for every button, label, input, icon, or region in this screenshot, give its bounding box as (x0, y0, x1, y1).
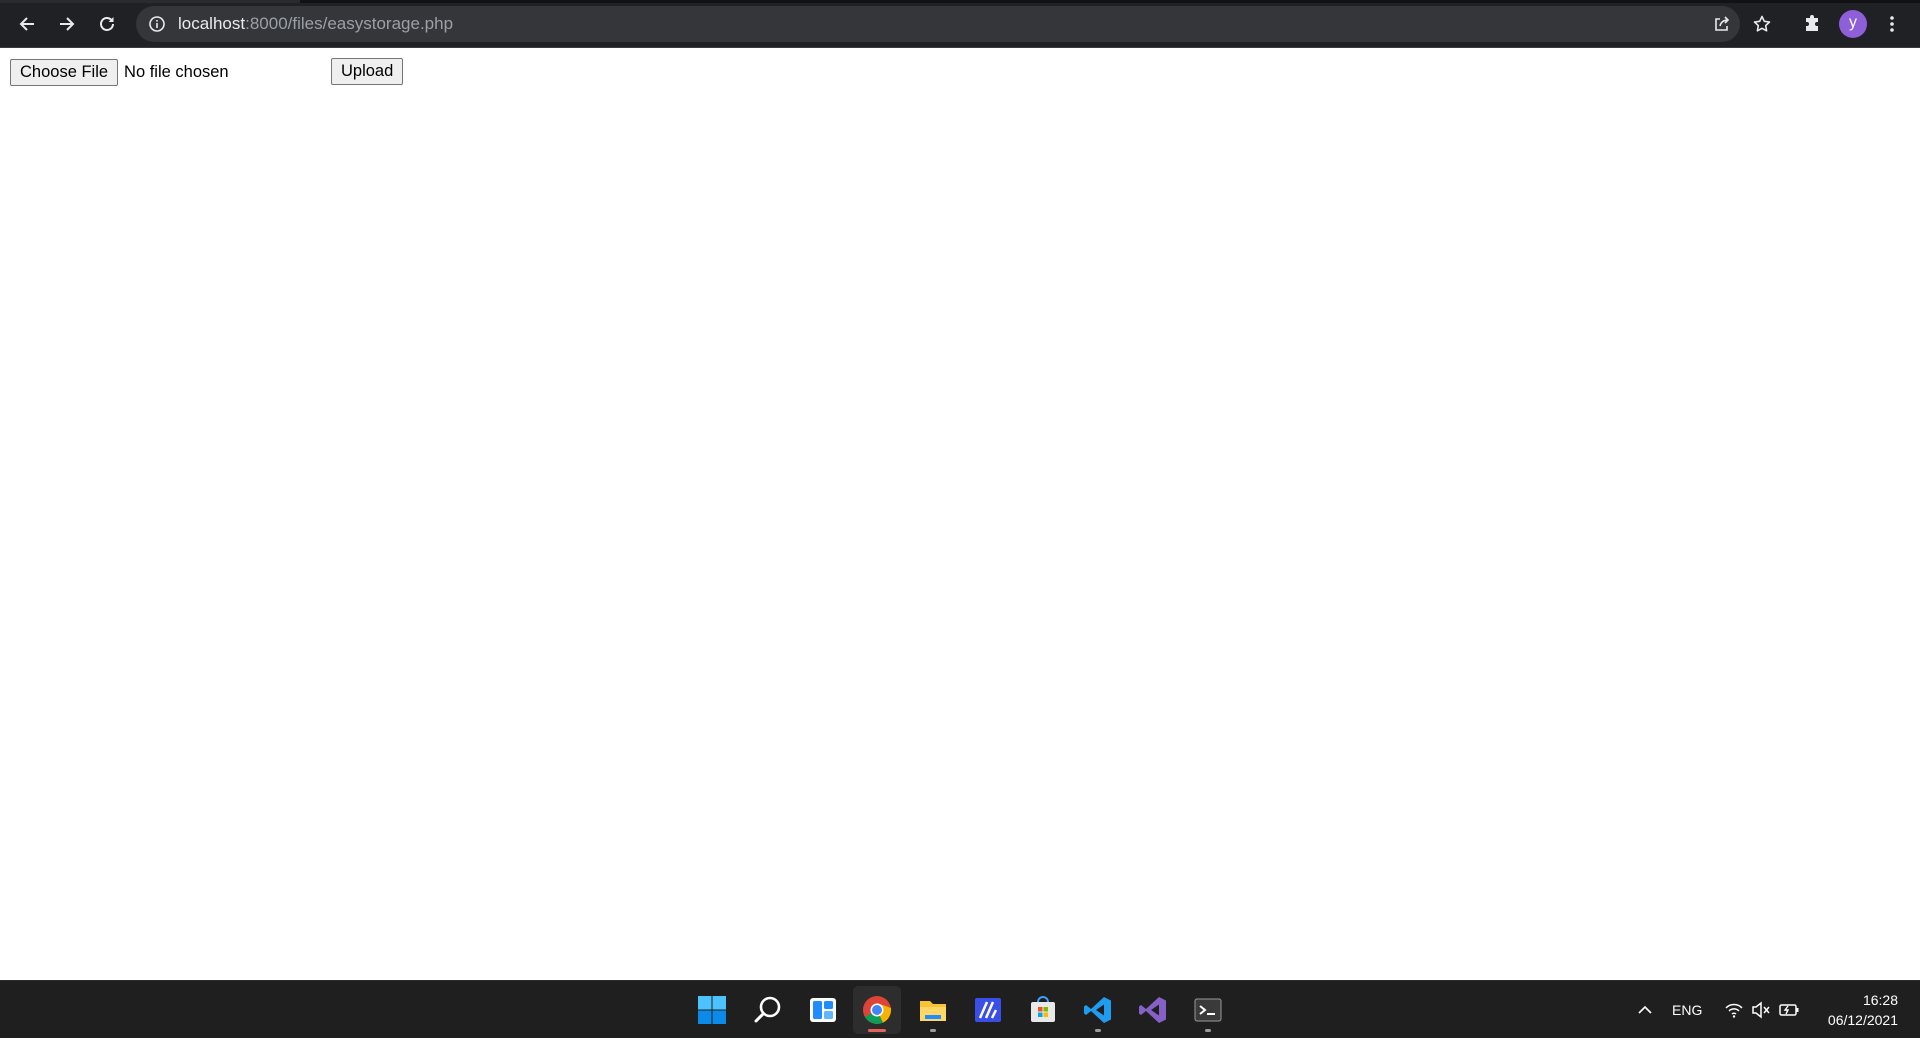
data-studio-icon (975, 998, 1001, 1022)
tray-status-icons[interactable] (1724, 981, 1800, 1039)
windows-logo-icon (698, 996, 726, 1024)
choose-file-button[interactable]: Choose File (10, 58, 119, 86)
vscode-icon (1084, 997, 1111, 1023)
volume-muted-icon (1752, 1001, 1770, 1019)
battery-charging-icon (1779, 1004, 1799, 1016)
browser-menu-button[interactable] (1876, 8, 1908, 40)
reload-icon (100, 17, 114, 31)
forward-button[interactable] (51, 8, 83, 40)
page-content: Choose File No file chosen Upload (0, 48, 1920, 980)
upload-button[interactable]: Upload (331, 58, 404, 85)
clock-date: 06/12/2021 (1827, 1012, 1898, 1028)
taskbar-search[interactable] (744, 986, 792, 1034)
active-app-indicator (868, 1029, 886, 1032)
back-button[interactable] (11, 8, 43, 40)
clock-time: 16:28 (1862, 992, 1898, 1008)
more-vert-icon (1890, 16, 1894, 32)
browser-toolbar: localhost:8000/files/easystorage.php y (0, 0, 1920, 48)
url-text[interactable]: localhost:8000/files/easystorage.php (178, 6, 453, 42)
widgets-icon (810, 998, 836, 1022)
store-icon (1031, 996, 1055, 1022)
puzzle-icon (1806, 15, 1818, 31)
taskbar-visual-studio[interactable] (1129, 986, 1177, 1034)
taskbar-chrome[interactable] (853, 986, 901, 1034)
taskbar-file-explorer[interactable] (909, 986, 957, 1034)
language-indicator[interactable]: ENG (1672, 981, 1702, 1039)
taskbar-terminal[interactable] (1184, 986, 1232, 1034)
active-tab-edge[interactable] (0, 0, 300, 3)
running-indicator (1205, 1029, 1211, 1032)
taskbar-clock[interactable]: 16:28 06/12/2021 (1828, 990, 1898, 1030)
wifi-icon (1725, 1003, 1743, 1018)
visual-studio-icon (1139, 997, 1166, 1023)
windows-taskbar: ENG 16:28 06/12/2021 (0, 980, 1920, 1038)
file-status-text: No file chosen (124, 62, 229, 81)
url-path: :8000/files/easystorage.php (245, 14, 454, 33)
file-input[interactable]: Choose File No file chosen (10, 58, 324, 86)
search-icon (754, 996, 781, 1023)
info-icon[interactable] (148, 15, 166, 33)
taskbar-start[interactable] (688, 986, 736, 1034)
reload-button[interactable] (91, 8, 123, 40)
chrome-icon (863, 996, 892, 1024)
running-indicator (930, 1029, 936, 1032)
tab-strip (0, 0, 1920, 3)
chevron-up-icon (1638, 1005, 1652, 1014)
extensions-button[interactable] (1796, 8, 1828, 40)
share-icon[interactable] (1712, 14, 1732, 34)
address-bar[interactable]: localhost:8000/files/easystorage.php (136, 6, 1771, 42)
running-indicator (1095, 1029, 1101, 1032)
url-host: localhost (178, 14, 246, 33)
tray-overflow-button[interactable] (1636, 981, 1654, 1039)
taskbar-vscode[interactable] (1074, 986, 1122, 1034)
forward-arrow-icon (60, 17, 75, 31)
profile-avatar[interactable]: y (1839, 10, 1867, 38)
star-icon[interactable] (1752, 14, 1772, 34)
terminal-icon (1194, 998, 1222, 1022)
folder-icon (920, 1001, 946, 1021)
taskbar-data-studio[interactable] (964, 986, 1012, 1034)
taskbar-store[interactable] (1019, 986, 1067, 1034)
taskbar-widgets[interactable] (799, 986, 847, 1034)
back-arrow-icon (19, 17, 34, 31)
